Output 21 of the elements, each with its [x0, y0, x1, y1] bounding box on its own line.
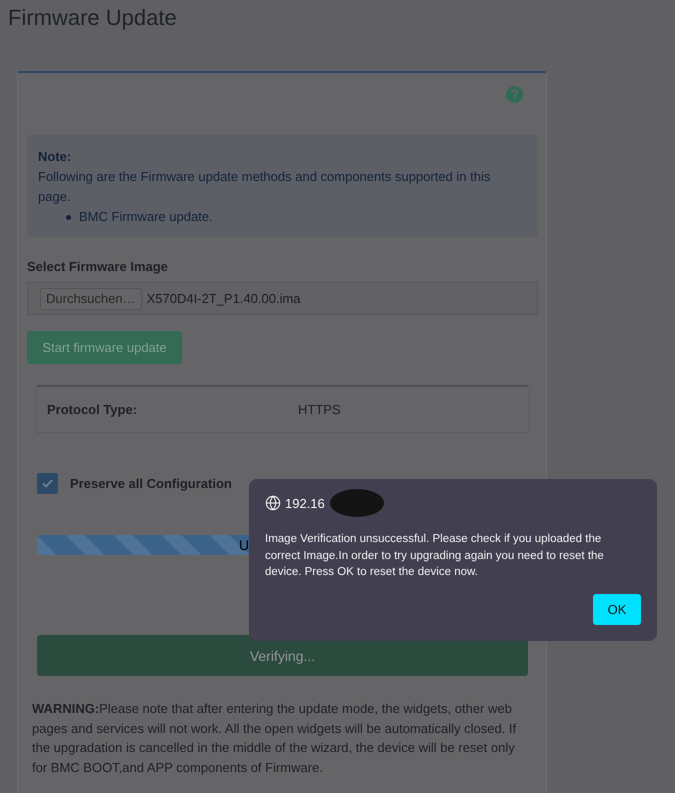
warning-text: WARNING:Please note that after entering the update mode, the widgets, other web pages and services will not work. All the open widgets will be automatically closed. If the upgradation is cancelled in the middle of the wizard, the device will be reset only for BMC BOOT,and APP components of Firmware. — [32, 700, 518, 777]
field-label: Select Firmware Image — [27, 258, 168, 276]
browse-button[interactable]: Durchsuchen… — [40, 288, 142, 310]
note-text: Following are the Firmware update methods and components supported in this page. — [38, 168, 492, 206]
page-title: Firmware Update — [8, 5, 177, 31]
preserve-checkbox[interactable] — [37, 473, 58, 494]
protocol-value: HTTPS — [298, 402, 341, 417]
redaction-blot — [328, 488, 385, 518]
dialog-origin: 192.16 — [285, 496, 325, 510]
dialog-message: Image Verification unsuccessful. Please check if you uploaded the correct Image.In order to try upgrading again you need to reset the device. Press OK to reset the device now. — [265, 532, 605, 580]
globe-icon — [265, 495, 281, 511]
note-heading: Note: — [38, 148, 72, 166]
file-name: X570D4I-2T_P1.40.00.ima — [146, 291, 301, 306]
note-list-item: BMC Firmware update. — [79, 208, 213, 226]
file-input-field[interactable]: Durchsuchen… X570D4I-2T_P1.40.00.ima — [27, 282, 538, 315]
checkbox-label: Preserve all Configuration — [70, 476, 232, 491]
check-icon — [42, 479, 53, 488]
ok-button[interactable]: OK — [593, 594, 641, 625]
progress-label: U — [239, 536, 250, 555]
bullet-icon — [66, 214, 71, 220]
protocol-label: Protocol Type: — [47, 402, 138, 417]
